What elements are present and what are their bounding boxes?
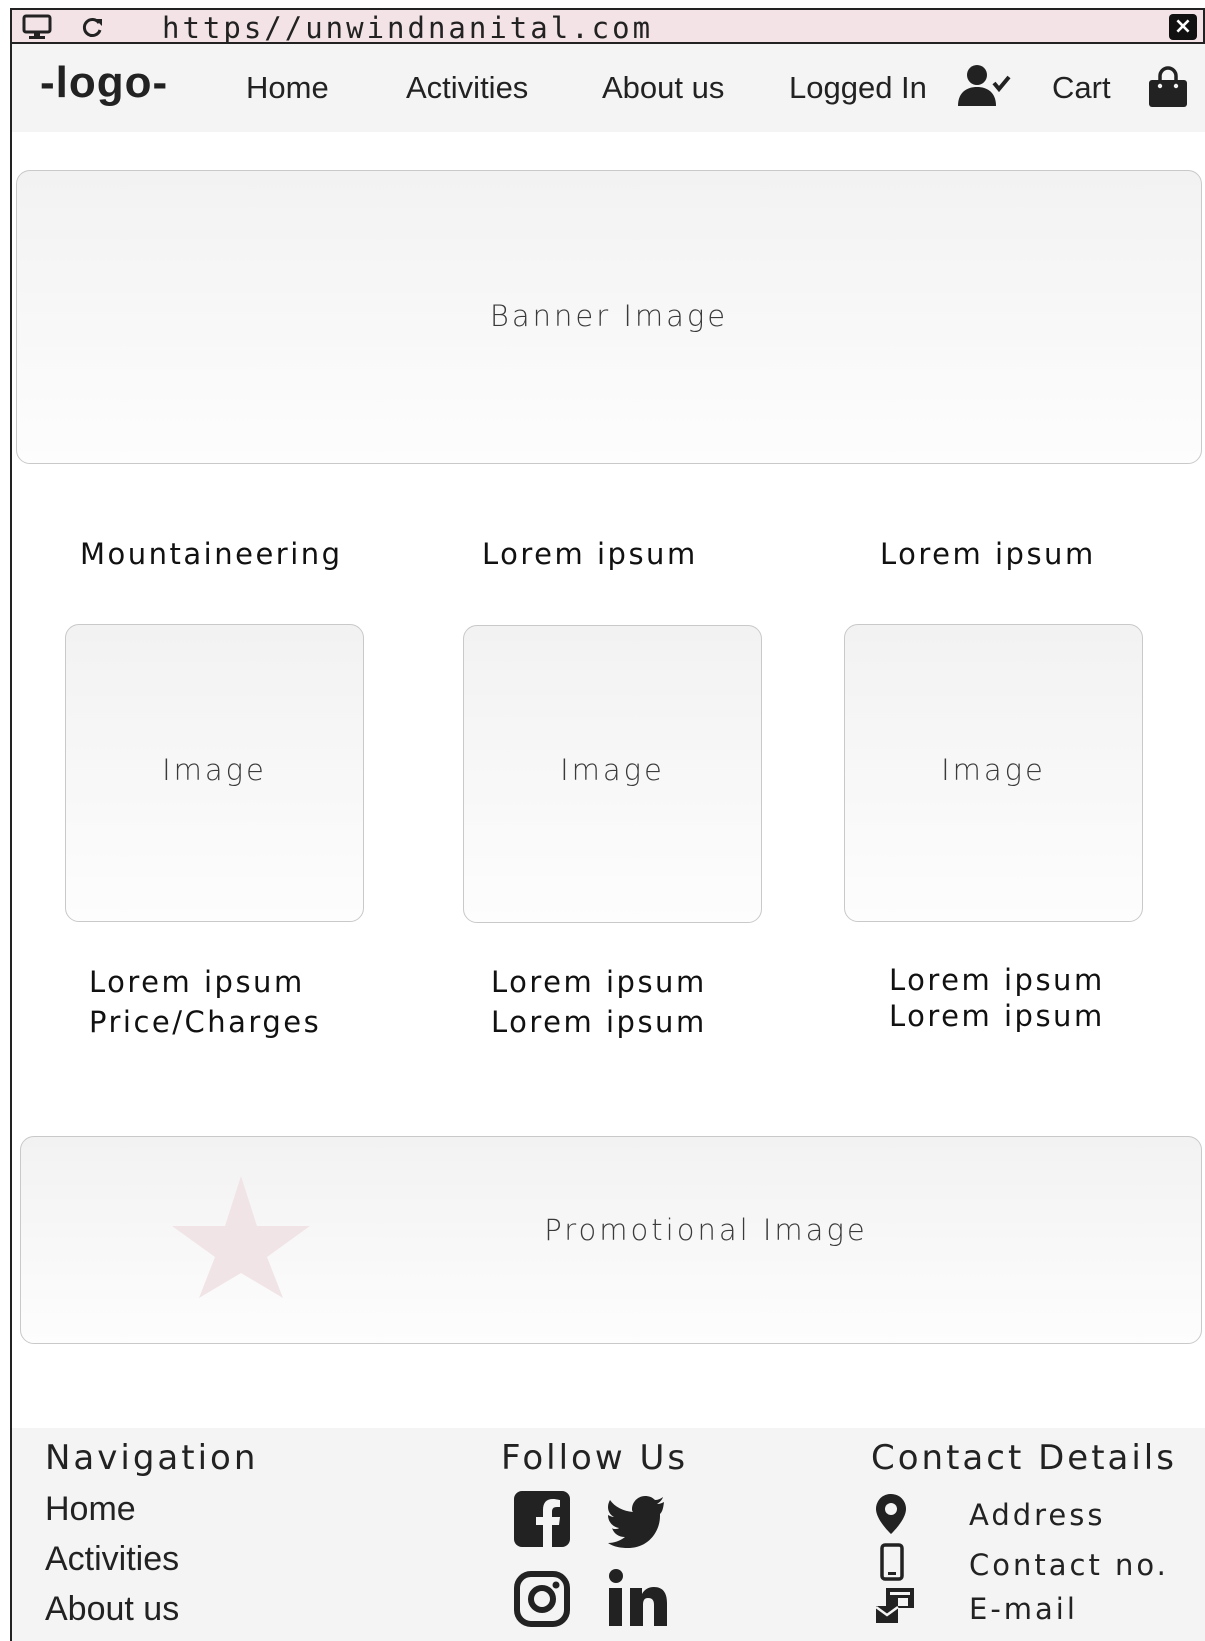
promotional-image[interactable]: Promotional Image [20, 1136, 1202, 1344]
nav-cart[interactable]: Cart [1052, 70, 1111, 106]
card-line: Lorem ipsum [491, 965, 707, 999]
card-line: Lorem ipsum [889, 963, 1105, 997]
contact-phone[interactable]: Contact no. [969, 1548, 1169, 1582]
mobile-phone-icon [880, 1543, 904, 1585]
shopping-bag-icon[interactable] [1147, 66, 1189, 112]
card-line: Lorem ipsum [889, 999, 1105, 1033]
nav-about-us[interactable]: About us [602, 70, 724, 106]
card-image-label: Image [560, 753, 665, 787]
footer-contact-heading: Contact Details [871, 1438, 1177, 1478]
nav-logged-in[interactable]: Logged In [789, 70, 927, 106]
user-check-icon[interactable] [957, 64, 1011, 112]
linkedin-icon[interactable] [608, 1568, 668, 1632]
address-bar[interactable]: https//unwindnanital.com [162, 13, 653, 43]
instagram-icon[interactable] [514, 1571, 570, 1631]
facebook-icon[interactable] [514, 1491, 570, 1551]
promo-label: Promotional Image [544, 1213, 868, 1247]
footer-link-home[interactable]: Home [45, 1490, 136, 1529]
card-price: Price/Charges [89, 1005, 322, 1039]
card-description: Lorem ipsum Lorem ipsum [491, 962, 707, 1042]
card-line: Lorem ipsum [491, 1005, 707, 1039]
browser-bar: https//unwindnanital.com × [10, 8, 1205, 44]
nav-home[interactable]: Home [246, 70, 329, 106]
contact-email[interactable]: E-mail [969, 1592, 1078, 1626]
twitter-icon[interactable] [608, 1492, 666, 1552]
footer-link-about-us[interactable]: About us [45, 1590, 179, 1629]
contact-address[interactable]: Address [969, 1498, 1106, 1532]
banner-label: Banner Image [489, 299, 729, 333]
reload-icon[interactable] [78, 14, 108, 40]
card-title[interactable]: Lorem ipsum [880, 537, 1096, 571]
close-button[interactable]: × [1169, 14, 1197, 40]
card-description: Lorem ipsum Lorem ipsum [889, 962, 1105, 1034]
footer-navigation-heading: Navigation [45, 1438, 259, 1478]
card-title[interactable]: Lorem ipsum [482, 537, 698, 571]
card-image[interactable]: Image [463, 625, 762, 923]
footer-link-activities[interactable]: Activities [45, 1540, 179, 1579]
site-header: -logo- Home Activities About us Logged I… [12, 44, 1205, 132]
nav-activities[interactable]: Activities [406, 70, 528, 106]
mail-bulk-icon [875, 1588, 916, 1628]
card-description: Lorem ipsum Price/Charges [89, 962, 321, 1042]
card-line: Lorem ipsum [89, 965, 305, 999]
site-logo[interactable]: -logo- [40, 58, 168, 108]
location-pin-icon [875, 1493, 907, 1539]
card-image[interactable]: Image [65, 624, 364, 922]
card-image-label: Image [162, 753, 267, 787]
card-image[interactable]: Image [844, 624, 1143, 922]
banner-image[interactable]: Banner Image [16, 170, 1202, 464]
footer-follow-heading: Follow Us [501, 1438, 689, 1478]
site-footer: Navigation Home Activities About us Foll… [12, 1428, 1205, 1641]
monitor-icon [22, 14, 52, 40]
card-title[interactable]: Mountaineering [80, 537, 343, 571]
card-image-label: Image [941, 753, 1046, 787]
